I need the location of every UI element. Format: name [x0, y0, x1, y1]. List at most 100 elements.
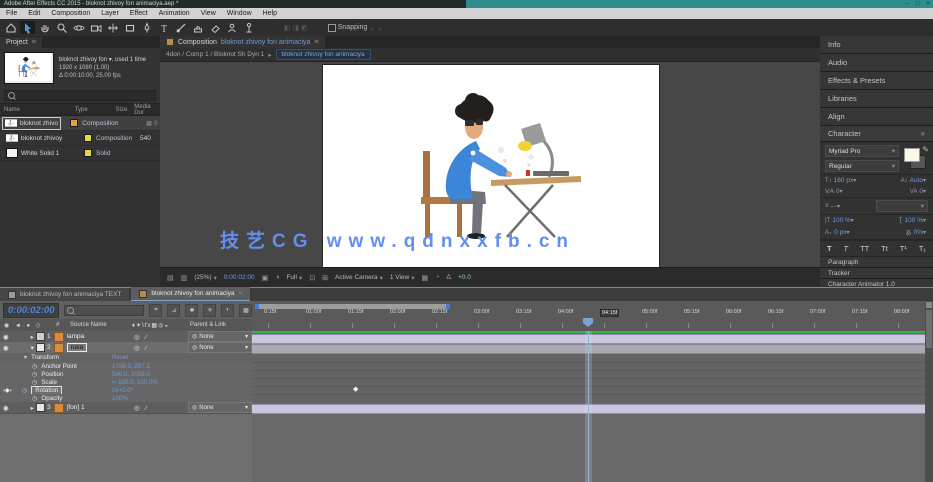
parent-dropdown[interactable]: ◎None ▾	[188, 342, 252, 353]
col-size[interactable]: Size	[116, 107, 135, 113]
breadcrumb[interactable]: 4don / Comp 1 / Bloknot Sh Dyn 1	[166, 51, 264, 58]
current-time-field[interactable]: 0:00:02:00	[3, 303, 59, 318]
orbit-camera-tool-icon[interactable]	[71, 21, 86, 34]
work-area-start-handle[interactable]	[255, 304, 259, 309]
keyframe-icon[interactable]: ◆	[353, 385, 358, 393]
horizontal-scale-control[interactable]: Ţ100 %▾	[899, 217, 928, 224]
pickwhip-icon[interactable]: ◎	[192, 333, 197, 340]
panel-libraries[interactable]: Libraries	[820, 90, 933, 108]
property-name[interactable]: Opacity	[41, 395, 62, 402]
hand-tool-icon[interactable]	[37, 21, 52, 34]
menu-composition[interactable]: Composition	[51, 10, 90, 17]
subscript-button[interactable]: T₁	[919, 244, 926, 253]
scrollbar-thumb[interactable]	[926, 310, 932, 348]
stopwatch-icon[interactable]: ◷	[32, 395, 37, 402]
label-color-swatch[interactable]	[84, 134, 92, 142]
timeline-tab-active[interactable]: bloknot zhivoy fon animaciya ×	[131, 287, 250, 302]
exposure-value[interactable]: +0.0	[458, 274, 471, 281]
faux-italic-button[interactable]: T	[844, 244, 849, 253]
timeline-search-field[interactable]	[64, 305, 144, 316]
project-item-row[interactable]: bloknot zhivo Composition ▦ ⚲	[0, 116, 160, 131]
pan-behind-tool-icon[interactable]	[105, 21, 120, 34]
layer-switches[interactable]: ◎ ∕	[134, 333, 149, 341]
property-name[interactable]: Scale	[41, 379, 56, 386]
playhead-line[interactable]	[588, 331, 589, 482]
home-icon[interactable]	[3, 21, 18, 34]
type-tool-icon[interactable]: T	[156, 21, 171, 34]
menu-edit[interactable]: Edit	[28, 10, 40, 17]
panel-effects-presets[interactable]: Effects & Presets	[820, 72, 933, 90]
col-media-dur[interactable]: Media Dur	[134, 104, 160, 116]
all-caps-button[interactable]: TT	[860, 244, 869, 253]
fill-stroke-swatches[interactable]: ✎	[902, 147, 928, 171]
eraser-tool-icon[interactable]	[207, 21, 222, 34]
baseline-shift-control[interactable]: A₊0 px▾	[825, 229, 851, 236]
panel-info[interactable]: Info	[820, 36, 933, 54]
panel-paragraph[interactable]: Paragraph	[820, 257, 933, 268]
clone-stamp-tool-icon[interactable]	[190, 21, 205, 34]
scrollbar-button[interactable]	[926, 302, 932, 308]
small-caps-button[interactable]: Tt	[881, 244, 888, 253]
preview-time-icon[interactable]: ◔	[435, 274, 439, 281]
parent-dropdown[interactable]: ◎None ▾	[188, 402, 252, 413]
view-layout-dropdown[interactable]: 1 View ▾	[390, 274, 415, 282]
font-family-dropdown[interactable]: Myriad Pro ▾	[825, 145, 899, 157]
project-search-field[interactable]	[4, 90, 156, 101]
kerning-control[interactable]: V∕A0▾	[825, 188, 845, 195]
property-name[interactable]: Anchor Point	[41, 363, 76, 370]
pickwhip-icon[interactable]: ◎	[192, 404, 197, 411]
fill-color-swatch[interactable]	[904, 148, 920, 162]
stopwatch-icon[interactable]: ◷	[32, 363, 37, 370]
hide-shy-icon[interactable]: ✱	[185, 304, 198, 317]
zoom-tool-icon[interactable]	[54, 21, 69, 34]
keyframe-navigator-icon[interactable]: ‹◆›	[3, 387, 12, 394]
shape-tool-icon[interactable]	[122, 21, 137, 34]
maximize-button[interactable]: □	[916, 0, 920, 8]
brush-tool-icon[interactable]	[173, 21, 188, 34]
font-style-dropdown[interactable]: Regular ▾	[825, 160, 899, 172]
tracking-control[interactable]: VA0▾	[910, 188, 928, 195]
leading-control[interactable]: A↕Auto▾	[901, 177, 928, 184]
transform-group-label[interactable]: Transform	[31, 354, 59, 361]
magnification-dropdown[interactable]: (25%) ▾	[194, 274, 217, 282]
transform-reset-link[interactable]: Reset	[112, 354, 128, 361]
menu-animation[interactable]: Animation	[159, 10, 190, 17]
time-ruler[interactable]: 0:15f 01:00f 01:15f 02:00f 02:15f 03:00f…	[252, 301, 925, 332]
project-item-row[interactable]: White Solid 1 Solid	[0, 146, 160, 161]
eye-icon[interactable]: ◉	[0, 333, 9, 341]
label-color-box[interactable]	[36, 403, 45, 412]
menu-effect[interactable]: Effect	[130, 10, 148, 17]
roi-icon[interactable]: ⊡	[309, 274, 315, 282]
label-color-box[interactable]	[36, 343, 45, 352]
project-columns-header[interactable]: Name Type Size Media Dur	[0, 103, 160, 116]
tsume-control[interactable]: あ0%▾	[906, 228, 928, 237]
eye-icon[interactable]: ◉	[0, 404, 9, 412]
stopwatch-icon[interactable]: ◷	[32, 371, 37, 378]
panel-character[interactable]: Character ≡	[820, 126, 933, 142]
panel-tracker[interactable]: Tracker	[820, 268, 933, 279]
timeline-tab[interactable]: bloknot zhivoy fon animaciya TEXT	[0, 288, 129, 301]
col-name[interactable]: Name	[0, 107, 62, 113]
menu-window[interactable]: Window	[227, 10, 252, 17]
playhead-handle[interactable]	[583, 318, 593, 327]
resolution-dropdown[interactable]: Full ▾	[286, 274, 302, 282]
camera-tool-icon[interactable]	[88, 21, 103, 34]
pickwhip-icon[interactable]: ◎	[192, 344, 197, 351]
menu-layer[interactable]: Layer	[101, 10, 119, 17]
stopwatch-icon[interactable]: ◷	[32, 379, 37, 386]
stopwatch-icon-active[interactable]: ◷	[22, 387, 27, 394]
always-preview-icon[interactable]: ▤	[167, 274, 174, 282]
layer-name[interactable]: [fon] 1	[67, 404, 85, 411]
graph-editor-icon[interactable]: ▦	[239, 304, 252, 317]
panel-menu-icon[interactable]: ≡	[921, 129, 925, 138]
col-number[interactable]: #	[56, 322, 59, 328]
parent-dropdown[interactable]: ◎None ▾	[188, 331, 252, 342]
panel-menu-icon[interactable]: ≡	[314, 39, 318, 46]
twirl-icon[interactable]: ▾	[24, 354, 27, 361]
label-color-swatch[interactable]	[70, 119, 78, 127]
stroke-style-dropdown[interactable]: ▾	[876, 200, 928, 212]
stroke-width-control[interactable]: ≡—▾	[825, 203, 842, 210]
layer-switches[interactable]: ◎ ∕	[134, 404, 149, 412]
snapshot-icon[interactable]: ▣	[262, 274, 269, 282]
superscript-button[interactable]: T¹	[900, 244, 907, 253]
